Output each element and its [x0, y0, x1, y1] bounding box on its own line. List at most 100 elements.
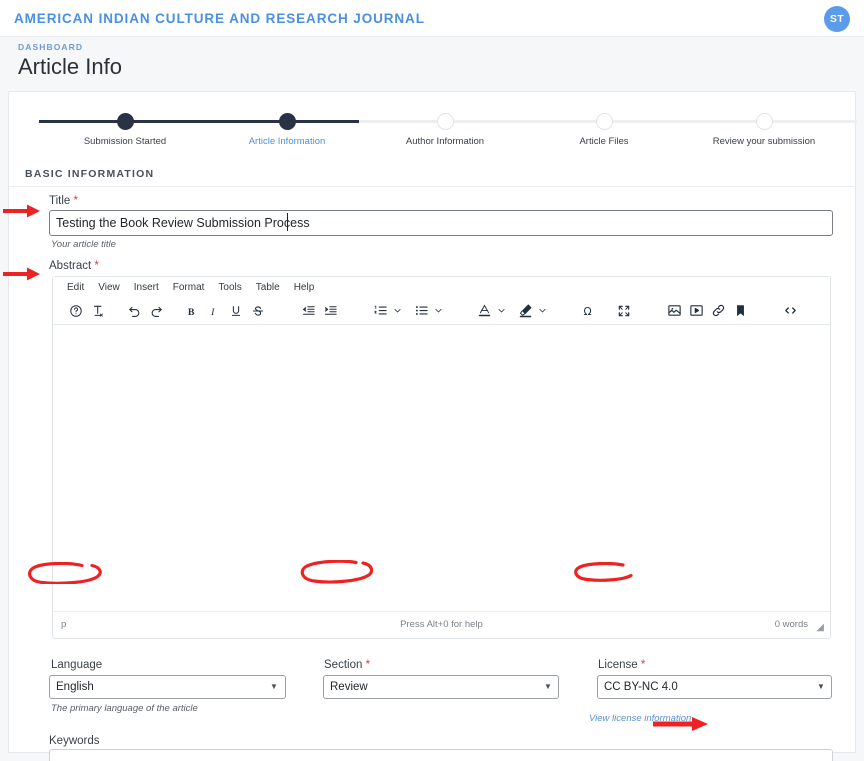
editor-help-text: Press Alt+0 for help: [53, 619, 830, 630]
stepper-step-article-information[interactable]: Article Information: [217, 104, 357, 147]
abstract-rich-text-editor[interactable]: Edit View Insert Format Tools Table Help: [52, 276, 831, 639]
journal-brand-title[interactable]: AMERICAN INDIAN CULTURE AND RESEARCH JOU…: [14, 11, 425, 26]
insert-media-icon[interactable]: [685, 300, 707, 322]
bold-icon[interactable]: B: [181, 300, 203, 322]
step-label: Submission Started: [55, 136, 195, 147]
title-label-text: Title: [49, 195, 70, 207]
editor-status-bar: p Press Alt+0 for help 0 words ◢: [53, 611, 830, 637]
step-label: Article Information: [217, 136, 357, 147]
undo-icon[interactable]: [123, 300, 145, 322]
text-color-chevron-icon[interactable]: [495, 300, 508, 322]
editor-word-count: 0 words: [775, 619, 808, 630]
insert-link-icon[interactable]: [707, 300, 729, 322]
license-required-marker: *: [641, 659, 645, 671]
title-hint: Your article title: [51, 239, 116, 250]
section-label-text: Section: [324, 659, 362, 671]
background-color-icon[interactable]: [514, 300, 536, 322]
keywords-input[interactable]: [49, 749, 833, 761]
abstract-required-marker: *: [94, 260, 98, 272]
abstract-label-text: Abstract: [49, 260, 91, 272]
menu-insert[interactable]: Insert: [134, 282, 159, 293]
menu-format[interactable]: Format: [173, 282, 205, 293]
abstract-editor-content-area[interactable]: [53, 325, 830, 611]
toolbar-group-lists: [369, 300, 445, 322]
section-required-marker: *: [366, 659, 370, 671]
toolbar-group-colors: [473, 300, 549, 322]
bullet-list-chevron-icon[interactable]: [432, 300, 445, 322]
background-color-chevron-icon[interactable]: [536, 300, 549, 322]
language-hint: The primary language of the article: [51, 703, 198, 714]
editor-toolbar: B I: [53, 297, 830, 325]
section-divider: [9, 186, 857, 187]
menu-tools[interactable]: Tools: [218, 282, 241, 293]
svg-text:I: I: [210, 306, 215, 317]
stepper-step-submission-started[interactable]: Submission Started: [55, 104, 195, 147]
article-info-card: Submission Started Article Information A…: [8, 91, 856, 753]
italic-icon[interactable]: I: [203, 300, 225, 322]
fullscreen-icon[interactable]: [613, 300, 635, 322]
step-label: Review your submission: [694, 136, 834, 147]
indent-icon[interactable]: [319, 300, 341, 322]
language-select[interactable]: English: [49, 675, 286, 699]
menu-help[interactable]: Help: [294, 282, 315, 293]
anchor-icon[interactable]: [729, 300, 751, 322]
special-character-icon[interactable]: Ω: [577, 300, 599, 322]
editor-resize-handle-icon[interactable]: ◢: [816, 622, 824, 633]
toolbar-group-source: [779, 300, 801, 322]
toolbar-group-media: [663, 300, 751, 322]
numbered-list-chevron-icon[interactable]: [391, 300, 404, 322]
toolbar-group-history: [123, 300, 167, 322]
section-select[interactable]: Review: [323, 675, 559, 699]
breadcrumb-bar: DASHBOARD Article Info: [0, 37, 864, 91]
abstract-field-label: Abstract *: [49, 260, 99, 272]
language-field-label: Language: [51, 659, 102, 671]
license-label-text: License: [598, 659, 638, 671]
title-required-marker: *: [74, 195, 78, 207]
step-label: Article Files: [534, 136, 674, 147]
clear-formatting-icon[interactable]: [87, 300, 109, 322]
numbered-list-icon[interactable]: [369, 300, 391, 322]
svg-text:B: B: [188, 306, 195, 317]
step-dot-icon: [117, 113, 134, 130]
stepper-step-author-information[interactable]: Author Information: [375, 104, 515, 147]
redo-icon[interactable]: [145, 300, 167, 322]
breadcrumb-dashboard-link[interactable]: DASHBOARD: [18, 42, 83, 52]
basic-information-heading: BASIC INFORMATION: [25, 168, 154, 180]
view-license-information-link[interactable]: View license information: [589, 713, 691, 724]
keywords-field-label: Keywords: [49, 735, 100, 747]
step-dot-icon: [756, 113, 773, 130]
outdent-icon[interactable]: [297, 300, 319, 322]
title-input[interactable]: [49, 210, 833, 236]
bullet-list-icon[interactable]: [410, 300, 432, 322]
help-icon[interactable]: [65, 300, 87, 322]
article-info-page: AMERICAN INDIAN CULTURE AND RESEARCH JOU…: [0, 0, 864, 761]
text-cursor: [287, 213, 288, 231]
menu-table[interactable]: Table: [256, 282, 280, 293]
menu-edit[interactable]: Edit: [67, 282, 84, 293]
stepper-step-review-submission[interactable]: Review your submission: [694, 104, 834, 147]
submission-stepper: Submission Started Article Information A…: [9, 104, 857, 154]
title-field-label: Title *: [49, 195, 78, 207]
insert-image-icon[interactable]: [663, 300, 685, 322]
editor-menubar: Edit View Insert Format Tools Table Help: [53, 277, 830, 297]
source-code-icon[interactable]: [779, 300, 801, 322]
text-color-icon[interactable]: [473, 300, 495, 322]
page-title: Article Info: [18, 54, 122, 80]
license-select[interactable]: CC BY-NC 4.0: [597, 675, 832, 699]
license-field-label: License *: [598, 659, 645, 671]
avatar[interactable]: ST: [824, 6, 850, 32]
toolbar-group-indent: [297, 300, 341, 322]
step-dot-icon: [596, 113, 613, 130]
toolbar-group-text-style: B I: [181, 300, 269, 322]
underline-icon[interactable]: [225, 300, 247, 322]
step-dot-icon: [437, 113, 454, 130]
svg-text:Ω: Ω: [583, 305, 591, 318]
stepper-step-article-files[interactable]: Article Files: [534, 104, 674, 147]
strikethrough-icon[interactable]: [247, 300, 269, 322]
menu-view[interactable]: View: [98, 282, 120, 293]
top-navigation-bar: AMERICAN INDIAN CULTURE AND RESEARCH JOU…: [0, 0, 864, 37]
section-field-label: Section *: [324, 659, 370, 671]
step-label: Author Information: [375, 136, 515, 147]
toolbar-group-help: [65, 300, 109, 322]
toolbar-group-insert-misc: Ω: [577, 300, 635, 322]
